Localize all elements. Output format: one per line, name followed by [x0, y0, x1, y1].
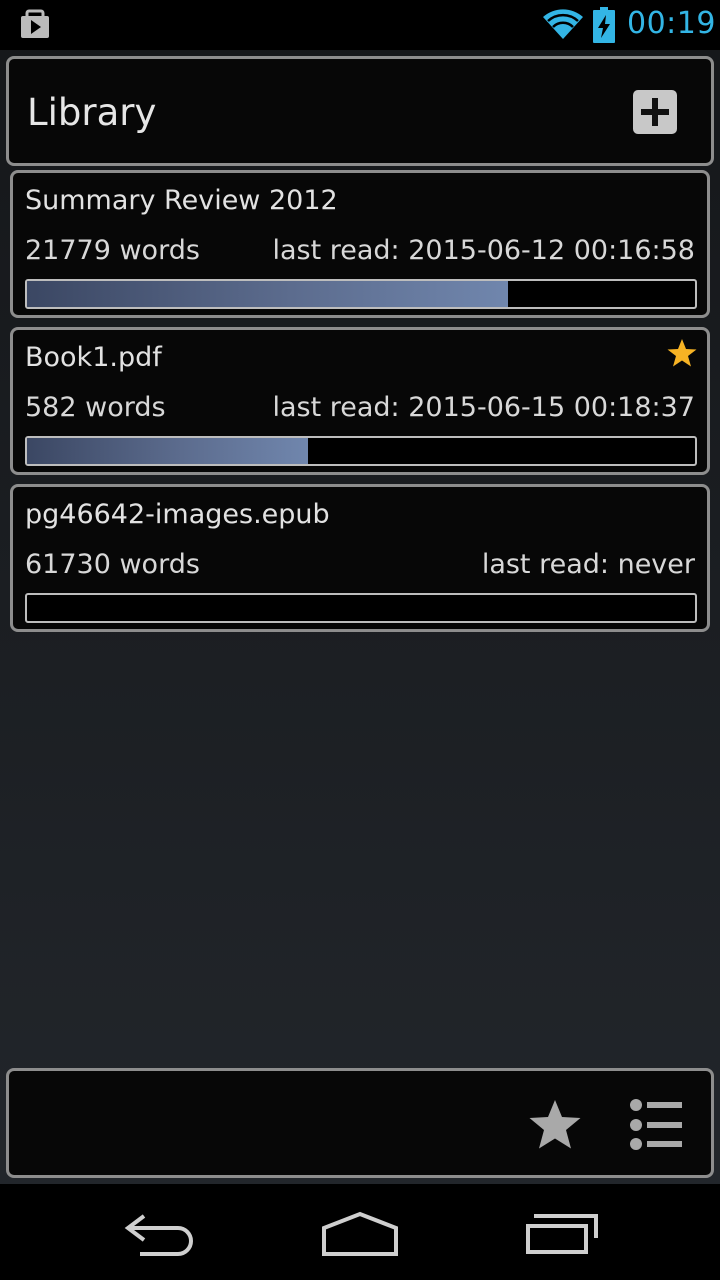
- reading-progress-bar: [25, 436, 697, 466]
- recents-icon[interactable]: [522, 1206, 602, 1256]
- book-word-count: 21779 words: [25, 235, 200, 266]
- page-title: Library: [27, 91, 157, 134]
- clock: 00:19: [627, 6, 716, 41]
- reading-progress-fill: [27, 281, 508, 307]
- status-bar: 00:19: [0, 0, 720, 50]
- book-title: Book1.pdf: [25, 342, 162, 373]
- book-last-read: last read: 2015-06-15 00:18:37: [272, 392, 695, 423]
- add-book-button[interactable]: [633, 90, 677, 134]
- reading-progress-fill: [27, 438, 308, 464]
- list-icon[interactable]: [627, 1097, 683, 1153]
- book-title: pg46642-images.epub: [25, 499, 330, 530]
- book-item[interactable]: Book1.pdf 582 words last read: 2015-06-1…: [10, 327, 710, 475]
- reading-progress-bar: [25, 593, 697, 623]
- book-title: Summary Review 2012: [25, 185, 338, 216]
- library-header: Library: [6, 56, 714, 166]
- back-icon[interactable]: [120, 1210, 200, 1256]
- bottom-action-bar: [6, 1068, 714, 1178]
- reading-progress-bar: [25, 279, 697, 309]
- star-icon[interactable]: [527, 1097, 583, 1153]
- media-play-icon: [21, 9, 49, 38]
- home-icon[interactable]: [318, 1208, 402, 1256]
- book-last-read: last read: 2015-06-12 00:16:58: [272, 235, 695, 266]
- book-last-read: last read: never: [481, 549, 695, 580]
- book-word-count: 61730 words: [25, 549, 200, 580]
- star-icon: [667, 339, 697, 367]
- system-navigation-bar: [0, 1184, 720, 1280]
- book-word-count: 582 words: [25, 392, 166, 423]
- battery-charging-icon: [593, 7, 615, 43]
- book-item[interactable]: Summary Review 2012 21779 words last rea…: [10, 170, 710, 318]
- wifi-icon: [543, 9, 583, 40]
- book-item[interactable]: pg46642-images.epub 61730 words last rea…: [10, 484, 710, 632]
